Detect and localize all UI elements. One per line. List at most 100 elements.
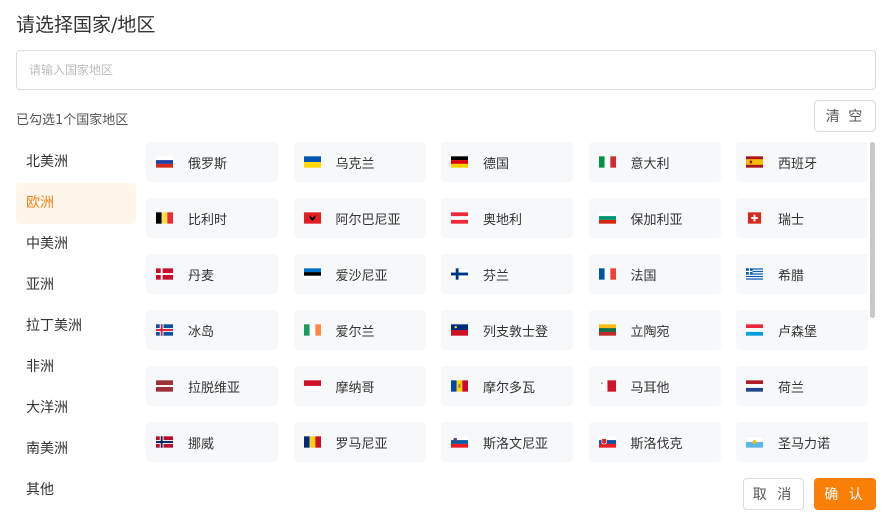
country-name: 马耳他 xyxy=(630,380,670,396)
country-item[interactable]: 卢森堡 xyxy=(736,310,868,350)
bulgaria-flag-icon xyxy=(598,212,616,224)
country-item[interactable]: 保加利亚 xyxy=(588,198,721,238)
denmark-flag-icon xyxy=(156,268,173,280)
country-item[interactable]: 冰岛 xyxy=(146,310,278,350)
country-name: 冰岛 xyxy=(188,324,215,340)
country-item[interactable]: 挪威 xyxy=(146,422,278,462)
albania-flag-icon xyxy=(303,212,321,224)
monaco-flag-icon xyxy=(303,380,321,392)
country-name: 拉脱维亚 xyxy=(188,380,241,396)
country-item[interactable]: 俄罗斯 xyxy=(146,142,278,182)
country-name: 法国 xyxy=(630,268,657,284)
country-grid-container: 俄罗斯 乌克兰 德国 意大利 西班牙比利时 阿尔巴尼亚 奥地利 保加利亚 瑞士丹麦 爱沙尼亚 芬兰 法… xyxy=(146,142,882,468)
switzerland-flag-icon xyxy=(747,212,762,224)
country-item[interactable]: 拉脱维亚 xyxy=(146,366,278,406)
country-item[interactable]: 乌克兰 xyxy=(293,142,426,182)
clear-button[interactable]: 清 空 xyxy=(814,100,876,132)
country-item[interactable]: 荷兰 xyxy=(736,366,868,406)
scrollbar[interactable] xyxy=(868,142,876,464)
country-item[interactable]: 斯洛伐克 xyxy=(588,422,721,462)
sidebar-item-region[interactable]: 中美洲 xyxy=(16,224,136,265)
italy-flag-icon xyxy=(598,156,616,168)
country-item[interactable]: 奥地利 xyxy=(441,198,573,238)
country-item[interactable]: 瑞士 xyxy=(736,198,868,238)
country-name: 荷兰 xyxy=(778,380,805,396)
confirm-button[interactable]: 确 认 xyxy=(814,478,876,510)
san-marino-flag-icon xyxy=(746,436,763,448)
country-name: 圣马力诺 xyxy=(778,436,831,452)
country-name: 摩纳哥 xyxy=(335,380,375,396)
country-name: 爱沙尼亚 xyxy=(335,268,388,284)
sidebar-item-region[interactable]: 拉丁美洲 xyxy=(16,306,136,347)
country-name: 奥地利 xyxy=(483,212,523,228)
country-name: 芬兰 xyxy=(483,268,510,284)
country-name: 俄罗斯 xyxy=(188,156,228,172)
country-name: 斯洛文尼亚 xyxy=(483,436,549,452)
country-name: 比利时 xyxy=(188,212,228,228)
spain-flag-icon xyxy=(746,156,763,168)
country-name: 希腊 xyxy=(778,268,805,284)
sidebar-item-region[interactable]: 其他 xyxy=(16,470,136,511)
country-name: 挪威 xyxy=(188,436,215,452)
country-name: 摩尔多瓦 xyxy=(483,380,536,396)
country-name: 乌克兰 xyxy=(335,156,375,172)
country-item[interactable]: 爱尔兰 xyxy=(293,310,426,350)
belgium-flag-icon xyxy=(156,212,173,224)
country-item[interactable]: 马耳他 xyxy=(588,366,721,406)
slovakia-flag-icon xyxy=(598,436,616,448)
country-name: 斯洛伐克 xyxy=(630,436,683,452)
country-item[interactable]: 比利时 xyxy=(146,198,278,238)
country-name: 爱尔兰 xyxy=(335,324,375,340)
country-item[interactable]: 斯洛文尼亚 xyxy=(441,422,573,462)
country-name: 意大利 xyxy=(630,156,670,172)
country-name: 保加利亚 xyxy=(630,212,683,228)
latvia-flag-icon xyxy=(156,380,173,392)
norway-flag-icon xyxy=(156,436,173,448)
country-name: 阿尔巴尼亚 xyxy=(335,212,401,228)
country-name: 德国 xyxy=(483,156,510,172)
sidebar-item-region[interactable]: 南美洲 xyxy=(16,429,136,470)
finland-flag-icon xyxy=(451,268,468,280)
scrollbar-thumb[interactable] xyxy=(870,142,875,318)
country-name: 卢森堡 xyxy=(778,324,818,340)
country-item[interactable]: 列支敦士登 xyxy=(441,310,573,350)
country-item[interactable]: 法国 xyxy=(588,254,721,294)
country-item[interactable]: 摩纳哥 xyxy=(293,366,426,406)
country-name: 立陶宛 xyxy=(630,324,670,340)
romania-flag-icon xyxy=(303,436,321,448)
sidebar-item-region[interactable]: 非洲 xyxy=(16,347,136,388)
sidebar-item-region[interactable]: 欧洲 xyxy=(16,183,136,224)
country-name: 列支敦士登 xyxy=(483,324,549,340)
country-item[interactable]: 德国 xyxy=(441,142,573,182)
selected-count-text: 已勾选1个国家地区 xyxy=(16,113,129,128)
country-grid: 俄罗斯 乌克兰 德国 意大利 西班牙比利时 阿尔巴尼亚 奥地利 保加利亚 瑞士丹麦 爱沙尼亚 芬兰 法… xyxy=(146,142,882,462)
country-item[interactable]: 摩尔多瓦 xyxy=(441,366,573,406)
country-item[interactable]: 阿尔巴尼亚 xyxy=(293,198,426,238)
country-item[interactable]: 爱沙尼亚 xyxy=(293,254,426,294)
cancel-button[interactable]: 取 消 xyxy=(743,478,804,510)
france-flag-icon xyxy=(598,268,616,280)
search-input[interactable] xyxy=(16,50,876,90)
country-item[interactable]: 罗马尼亚 xyxy=(293,422,426,462)
sidebar-item-region[interactable]: 北美洲 xyxy=(16,142,136,183)
country-item[interactable]: 立陶宛 xyxy=(588,310,721,350)
liechtenstein-flag-icon xyxy=(451,324,468,336)
dialog-title: 请选择国家/地区 xyxy=(16,14,156,36)
slovenia-flag-icon xyxy=(451,436,468,448)
country-item[interactable]: 丹麦 xyxy=(146,254,278,294)
region-sidebar: 北美洲 欧洲 中美洲 亚洲 拉丁美洲 非洲 大洋洲 南美洲 其他 xyxy=(16,142,136,511)
sidebar-item-region[interactable]: 大洋洲 xyxy=(16,388,136,429)
estonia-flag-icon xyxy=(303,268,321,280)
country-item[interactable]: 希腊 xyxy=(736,254,868,294)
russia-flag-icon xyxy=(156,156,173,168)
malta-flag-icon xyxy=(598,380,616,392)
country-item[interactable]: 芬兰 xyxy=(441,254,573,294)
country-name: 瑞士 xyxy=(778,212,805,228)
country-name: 西班牙 xyxy=(778,156,818,172)
country-item[interactable]: 圣马力诺 xyxy=(736,422,868,462)
luxembourg-flag-icon xyxy=(746,324,763,336)
country-item[interactable]: 西班牙 xyxy=(736,142,868,182)
lithuania-flag-icon xyxy=(598,324,616,336)
sidebar-item-region[interactable]: 亚洲 xyxy=(16,265,136,306)
country-item[interactable]: 意大利 xyxy=(588,142,721,182)
